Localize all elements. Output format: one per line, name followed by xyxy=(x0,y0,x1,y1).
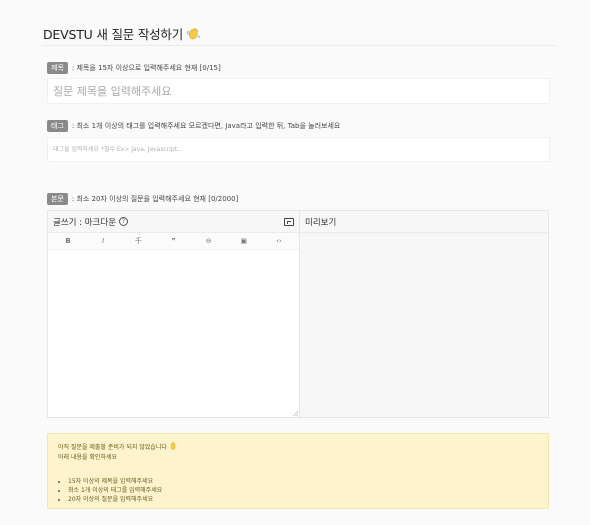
tag-field-label: 태그 : 최소 1개 이상의 태그를 입력해주세요 모르겠다면, Java라고 … xyxy=(47,120,340,132)
resize-handle[interactable] xyxy=(293,411,298,416)
list-item: 최소 1개 이상의 태그를 입력해주세요 xyxy=(68,486,538,495)
tag-input[interactable] xyxy=(53,146,549,153)
preview-pane: 미리보기 xyxy=(300,211,548,417)
list-item: 20자 이상의 질문을 입력해주세요 xyxy=(68,495,538,504)
body-badge: 본문 xyxy=(47,193,68,205)
title-badge: 제목 xyxy=(47,62,68,74)
page-title: DEVSTU 새 질문 작성하기 xyxy=(43,24,200,43)
write-pane-header: 글쓰기 : 마크다운 ? xyxy=(48,211,299,233)
body-hint: : 최소 20자 이상의 질문을 입력해주세요 현재 [0/2000] xyxy=(71,195,239,203)
italic-icon[interactable]: I xyxy=(97,237,109,245)
write-label: 글쓰기 : 마크다운 xyxy=(53,217,117,228)
notice-list: 15자 이상의 제목을 입력해주세요 최소 1개 이상의 태그를 입력해주세요 … xyxy=(58,477,538,504)
validation-notice: 아직 질문을 제출할 준비가 되지 않았습니다 아래 내용을 확인하세요 15자… xyxy=(47,433,549,509)
page-title-text: DEVSTU 새 질문 작성하기 xyxy=(43,27,184,42)
tag-hint: : 최소 1개 이상의 태그를 입력해주세요 모르겠다면, Java라고 입력한… xyxy=(71,122,341,130)
quote-icon[interactable]: ❞ xyxy=(167,237,179,245)
title-field-label: 제목 : 제목을 15자 이상으로 입력해주세요 현재 [0/15] xyxy=(47,62,221,74)
notice-line1-text: 아직 질문을 제출할 준비가 되지 않았습니다 xyxy=(58,443,167,451)
hand-icon xyxy=(170,442,176,450)
write-pane: 글쓰기 : 마크다운 ? B I 千 ❞ ⊖ ▣ ‹› xyxy=(48,211,300,417)
list-item: 15자 이상의 제목을 입력해주세요 xyxy=(68,477,538,486)
strikethrough-icon[interactable]: 千 xyxy=(132,236,144,246)
editor-toolbar: B I 千 ❞ ⊖ ▣ ‹› xyxy=(48,233,299,250)
body-field-label: 본문 : 최소 20자 이상의 질문을 입력해주세요 현재 [0/2000] xyxy=(47,193,238,205)
question-circle-icon[interactable]: ? xyxy=(119,217,129,226)
tag-badge: 태그 xyxy=(47,120,68,132)
body-textarea[interactable] xyxy=(48,251,299,417)
waving-hand-icon xyxy=(187,28,200,40)
title-hint: : 제목을 15자 이상으로 입력해주세요 현재 [0/15] xyxy=(71,64,221,72)
tag-input-container xyxy=(47,137,550,162)
bold-icon[interactable]: B xyxy=(62,237,74,245)
preview-label: 미리보기 xyxy=(305,217,337,228)
image-icon[interactable]: ▣ xyxy=(238,237,250,245)
title-input-container xyxy=(47,78,550,104)
title-input[interactable] xyxy=(53,84,549,98)
code-icon[interactable]: ‹› xyxy=(273,237,285,245)
notice-line1: 아직 질문을 제출할 준비가 되지 않았습니다 xyxy=(58,442,538,451)
notice-line2: 아래 내용을 확인하세요 xyxy=(58,454,118,461)
markdown-editor: 글쓰기 : 마크다운 ? B I 千 ❞ ⊖ ▣ ‹› 미리보기 xyxy=(47,210,549,418)
preview-pane-header: 미리보기 xyxy=(300,211,548,233)
title-divider xyxy=(42,45,557,46)
question-form-page: DEVSTU 새 질문 작성하기 제목 : 제목을 15자 이상으로 입력해주세… xyxy=(0,0,590,525)
expand-icon[interactable] xyxy=(284,217,294,226)
link-icon[interactable]: ⊖ xyxy=(203,237,215,245)
